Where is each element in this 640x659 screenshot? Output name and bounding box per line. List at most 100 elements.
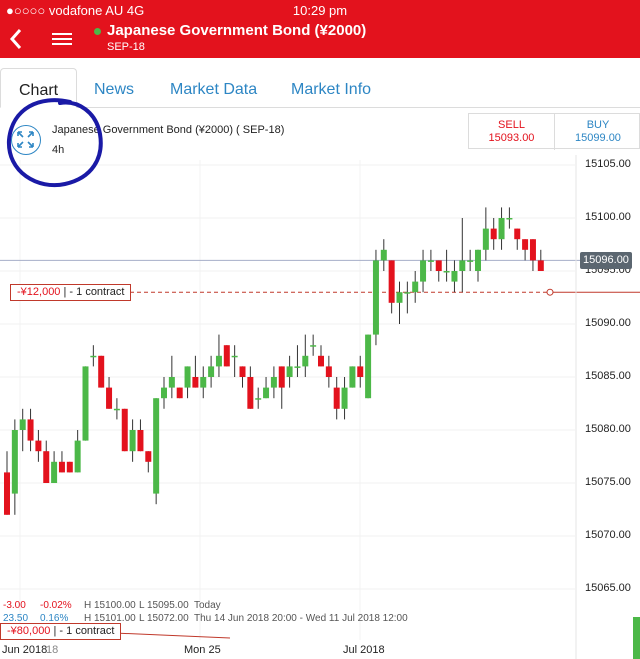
candle-body bbox=[482, 228, 489, 250]
order-tag-2[interactable]: -¥80,000 | - 1 contract bbox=[0, 623, 122, 640]
chart-interval[interactable]: 4h bbox=[52, 144, 64, 156]
buy-button[interactable]: BUY 15099.00 bbox=[555, 114, 640, 150]
candle-body bbox=[11, 430, 18, 494]
candle bbox=[98, 355, 105, 388]
candle bbox=[349, 366, 356, 388]
candle-body bbox=[388, 260, 395, 303]
candle-body bbox=[137, 430, 144, 452]
order-tag[interactable]: -¥12,000 | - 1 contract bbox=[10, 284, 132, 301]
candle-body bbox=[294, 366, 301, 368]
candle-body bbox=[357, 366, 364, 377]
candle-body bbox=[372, 260, 379, 335]
candle-body bbox=[153, 398, 160, 494]
expand-icon bbox=[17, 131, 34, 148]
clock: 10:29 pm bbox=[292, 3, 348, 18]
candle-body bbox=[121, 408, 128, 452]
candle bbox=[176, 387, 183, 399]
candle-body bbox=[247, 377, 254, 409]
candle-body bbox=[420, 260, 427, 282]
candle-body bbox=[498, 218, 505, 240]
tab-chart[interactable]: Chart bbox=[0, 68, 78, 108]
candle-body bbox=[529, 239, 536, 261]
current-price-tag: 15096.00 bbox=[580, 252, 632, 269]
candle-body bbox=[310, 345, 317, 347]
candle-body bbox=[404, 292, 411, 294]
candle-body bbox=[4, 472, 10, 515]
candle-body bbox=[106, 387, 113, 409]
candle-body bbox=[333, 387, 340, 409]
low-range: L 15072.00 bbox=[139, 613, 189, 624]
chart-instrument-name: Japanese Government Bond (¥2000) ( SEP-1… bbox=[52, 124, 285, 136]
y-tick-label: 15080.00 bbox=[585, 423, 631, 435]
order-pl: -¥12,000 bbox=[17, 286, 61, 298]
candle-body bbox=[318, 355, 324, 367]
candle-body bbox=[270, 377, 277, 388]
candle-body bbox=[365, 334, 372, 399]
candle-body bbox=[475, 249, 481, 271]
sell-button[interactable]: SELL 15093.00 bbox=[469, 114, 555, 150]
candle-body bbox=[208, 366, 215, 377]
sell-price: 15093.00 bbox=[488, 132, 535, 144]
candle-body bbox=[223, 345, 230, 367]
candle-body bbox=[263, 387, 270, 399]
candle-body bbox=[74, 440, 81, 473]
hamburger-icon bbox=[52, 33, 72, 35]
candle-body bbox=[82, 366, 89, 441]
candle bbox=[153, 398, 160, 505]
menu-button[interactable] bbox=[52, 30, 72, 48]
instrument-expiry: SEP-18 bbox=[107, 41, 145, 53]
candle-body bbox=[537, 260, 544, 271]
candle-body bbox=[451, 271, 458, 282]
y-tick-label: 15085.00 bbox=[585, 370, 631, 382]
candle-body bbox=[176, 387, 183, 399]
sell-label: SELL bbox=[498, 119, 525, 131]
order-size: - 1 contract bbox=[69, 286, 125, 298]
instrument-title: Japanese Government Bond (¥2000) bbox=[107, 22, 367, 39]
tab-market-info[interactable]: Market Info bbox=[273, 68, 389, 108]
candle-body bbox=[200, 377, 207, 388]
tab-bar: Chart News Market Data Market Info bbox=[0, 68, 640, 108]
period-range: Thu 14 Jun 2018 20:00 - Wed 11 Jul 2018 … bbox=[194, 613, 408, 624]
order-2-size: - 1 contract bbox=[59, 625, 115, 637]
y-tick-label: 15065.00 bbox=[585, 582, 631, 594]
x-label-mon25: Mon 25 bbox=[184, 644, 221, 656]
candle-body bbox=[380, 249, 387, 261]
y-tick-label: 15075.00 bbox=[585, 476, 631, 488]
pct-today: -0.02% bbox=[40, 600, 72, 611]
candle-body bbox=[427, 260, 434, 262]
candle-body bbox=[231, 355, 238, 358]
nav-bar: Japanese Government Bond (¥2000) SEP-18 bbox=[0, 20, 640, 58]
y-tick-label: 15090.00 bbox=[585, 317, 631, 329]
y-tick-label: 15105.00 bbox=[585, 158, 631, 170]
candle-body bbox=[27, 419, 34, 441]
chart-background bbox=[0, 108, 640, 659]
high-today: H 15100.00 bbox=[84, 600, 136, 611]
candle-body bbox=[522, 239, 529, 250]
buy-price: 15099.00 bbox=[575, 132, 621, 144]
candle-body bbox=[19, 419, 26, 430]
candle-body bbox=[66, 461, 73, 473]
x-label-18: 18 bbox=[46, 644, 59, 656]
candle-body bbox=[168, 377, 175, 388]
candle-body bbox=[396, 292, 403, 303]
candle-body bbox=[239, 366, 246, 377]
candle-body bbox=[145, 451, 152, 462]
y-tick-label: 15070.00 bbox=[585, 529, 631, 541]
price-chart[interactable] bbox=[0, 108, 640, 659]
candle-body bbox=[459, 260, 466, 271]
chevron-left-icon bbox=[9, 29, 22, 49]
candle-body bbox=[43, 451, 50, 483]
candle-body bbox=[90, 355, 97, 358]
tab-market-data[interactable]: Market Data bbox=[152, 68, 275, 108]
candle-body bbox=[278, 366, 285, 388]
candle-body bbox=[490, 228, 497, 240]
market-open-indicator bbox=[94, 28, 101, 35]
candle bbox=[82, 366, 89, 441]
order-level-handle[interactable] bbox=[546, 288, 554, 296]
candle-body bbox=[349, 366, 356, 388]
low-today: L 15095.00 bbox=[139, 600, 189, 611]
tab-news[interactable]: News bbox=[76, 68, 152, 108]
expand-chart-button[interactable] bbox=[11, 125, 41, 155]
candle-body bbox=[341, 387, 348, 409]
back-button[interactable] bbox=[6, 26, 26, 52]
